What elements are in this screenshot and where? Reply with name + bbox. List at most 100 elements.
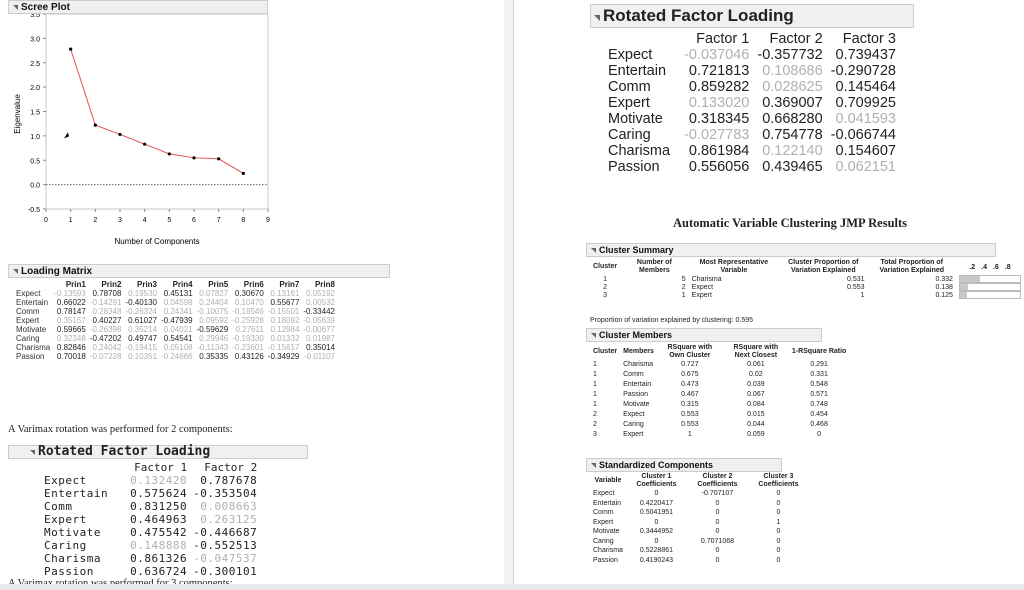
- table-row: Motivate 0.475542 -0.446687: [44, 526, 263, 539]
- cluster-summary-header[interactable]: Cluster Summary: [586, 243, 996, 257]
- loading-value: 0.831250: [130, 500, 188, 513]
- loading-value: -0.07228: [89, 352, 122, 361]
- table-row: Comm 0.5041951 0 0: [590, 508, 809, 518]
- column-header: Cluster: [593, 263, 618, 270]
- proportion-bar-track: [958, 291, 1021, 299]
- eigenvalue-point[interactable]: [93, 123, 97, 127]
- eigenvalue-point[interactable]: [69, 47, 73, 51]
- cell: 0: [776, 528, 781, 535]
- disclosure-triangle-icon[interactable]: [594, 15, 600, 21]
- loading-value: -0.13593: [54, 289, 86, 298]
- eigenvalue-point[interactable]: [192, 156, 196, 160]
- x-axis-label: Number of Components: [115, 237, 200, 246]
- loading-value: 0.45131: [163, 289, 193, 298]
- row-label: Caring: [16, 334, 40, 343]
- loading-value: -0.00677: [303, 325, 335, 334]
- loading-value: 0.24341: [163, 307, 193, 316]
- column-header: Factor 1: [134, 461, 188, 474]
- table-row: Expect -0.037046 -0.357732 0.739437: [604, 47, 900, 63]
- disclosure-triangle-icon[interactable]: [13, 269, 18, 274]
- loading-value: 0.40227: [92, 316, 122, 325]
- row-label: Comm: [608, 79, 651, 95]
- loading-value: 0.145464: [835, 79, 896, 95]
- row-label: Expert: [16, 316, 40, 325]
- eigenvalue-point[interactable]: [143, 142, 147, 146]
- disclosure-triangle-icon[interactable]: [13, 5, 18, 10]
- y-tick-label: 2.5: [30, 61, 40, 68]
- loading-value: -0.34929: [267, 352, 300, 361]
- eigenvalue-point[interactable]: [118, 132, 122, 137]
- table-row: Entertain 0.575624 -0.353504: [44, 487, 263, 500]
- cell: 0: [776, 490, 781, 497]
- loading-value: 0.05192: [306, 289, 335, 298]
- proportion-bar-track: [958, 275, 1021, 283]
- disclosure-triangle-icon[interactable]: [30, 450, 35, 455]
- cluster-members-header[interactable]: Cluster Members: [586, 328, 822, 342]
- table-row: Comm 0.78147 0.28348 -0.26324 0.24341 -0.1007…: [14, 307, 337, 316]
- cell: 1: [593, 401, 597, 408]
- table-row: Motivate 0.3444952 0 0: [590, 527, 809, 537]
- table-row: Expert 0.35157 0.40227 0.61027 -0.47939 0.095…: [14, 316, 337, 325]
- loading-value: -0.15617: [267, 343, 300, 352]
- loading-value: 0.263125: [200, 513, 258, 526]
- table-row: Motivate 0.318345 0.668280 0.041593: [604, 111, 900, 127]
- std-components-header[interactable]: Standardized Components: [586, 458, 782, 472]
- column-header: Cluster 3 Coefficients: [758, 473, 799, 488]
- cell: 0.7071068: [700, 537, 734, 545]
- table-row: Passion 0.556056 0.439465 0.062151: [604, 159, 900, 175]
- loading-value: 0.787678: [200, 474, 258, 487]
- cell: 0.015: [747, 411, 765, 418]
- member-count: 1: [681, 291, 686, 299]
- row-label: Comm: [16, 307, 40, 316]
- cluster-summary-panel: Cluster Number of Members Most Representat…: [590, 259, 1024, 299]
- eigenvalue-point[interactable]: [167, 152, 171, 156]
- disclosure-triangle-icon[interactable]: [591, 248, 596, 253]
- scree-plot-header[interactable]: Scree Plot: [8, 0, 268, 14]
- eigenvalue-point[interactable]: [241, 171, 245, 176]
- rot2-panel: Factor 1 Factor 2 Expect 0.132420 0.787678 En…: [44, 461, 263, 578]
- proportion-bar-cell: [956, 291, 1024, 299]
- cell: 0.331: [810, 371, 828, 378]
- bar-axis-tick: .4: [981, 263, 987, 271]
- cell: 0.061: [747, 361, 765, 368]
- horizontal-scrollbar[interactable]: [0, 584, 1024, 590]
- bar-axis-tick: .6: [992, 263, 999, 271]
- eigenvalue-point[interactable]: [217, 157, 221, 161]
- loading-value: 0.122140: [762, 143, 823, 159]
- cell: 1: [593, 391, 597, 398]
- loading-value: 0.133020: [688, 95, 750, 111]
- loading-value: 0.55677: [270, 298, 300, 307]
- loading-matrix-header[interactable]: Loading Matrix: [8, 264, 390, 278]
- loading-value: 0.148888: [130, 539, 188, 552]
- table-row: 1 Motivate 0.315 0.084 0.748: [590, 400, 849, 410]
- cluster-summary-table: Cluster Number of Members Most Representat…: [590, 259, 1024, 299]
- cell: 0: [776, 509, 781, 516]
- table-row: Expert 0.464963 0.263125: [44, 513, 263, 526]
- y-tick-label: 0.0: [30, 183, 40, 190]
- loading-value: 0.709925: [835, 95, 896, 111]
- y-tick-label: 2.0: [30, 85, 40, 92]
- table-row: Passion 0.70018 -0.07228 0.10351 -0.24666 0.3…: [14, 352, 337, 361]
- loading-value: 0.82846: [56, 343, 86, 352]
- loading-value: -0.26398: [89, 325, 122, 334]
- total-proportion: 0.332: [935, 275, 953, 283]
- table-row: 1 Comm 0.675 0.02 0.331: [590, 370, 849, 380]
- cell: 1: [687, 431, 692, 438]
- disclosure-triangle-icon[interactable]: [591, 333, 596, 338]
- cell: Passion: [623, 391, 649, 398]
- loading-value: 0.861326: [130, 552, 188, 565]
- loading-value: 0.556056: [688, 159, 750, 175]
- disclosure-triangle-icon[interactable]: [591, 463, 596, 468]
- cell: Entertain: [593, 499, 622, 507]
- scree-plot-title: Scree Plot: [21, 2, 70, 13]
- y-tick-label: 3.0: [30, 36, 40, 43]
- column-header: Total Proportion of Variation Explained: [879, 259, 945, 274]
- cell: 1: [593, 361, 597, 368]
- loading-value: -0.353504: [193, 487, 258, 500]
- y-tick-label: 1.5: [30, 110, 40, 117]
- loading-value: 0.32348: [56, 334, 86, 343]
- loading-value: 0.041593: [835, 111, 896, 127]
- y-tick-label: -0.5: [28, 207, 40, 214]
- loading-value: -0.552513: [193, 539, 258, 552]
- cluster-id: 2: [603, 283, 608, 291]
